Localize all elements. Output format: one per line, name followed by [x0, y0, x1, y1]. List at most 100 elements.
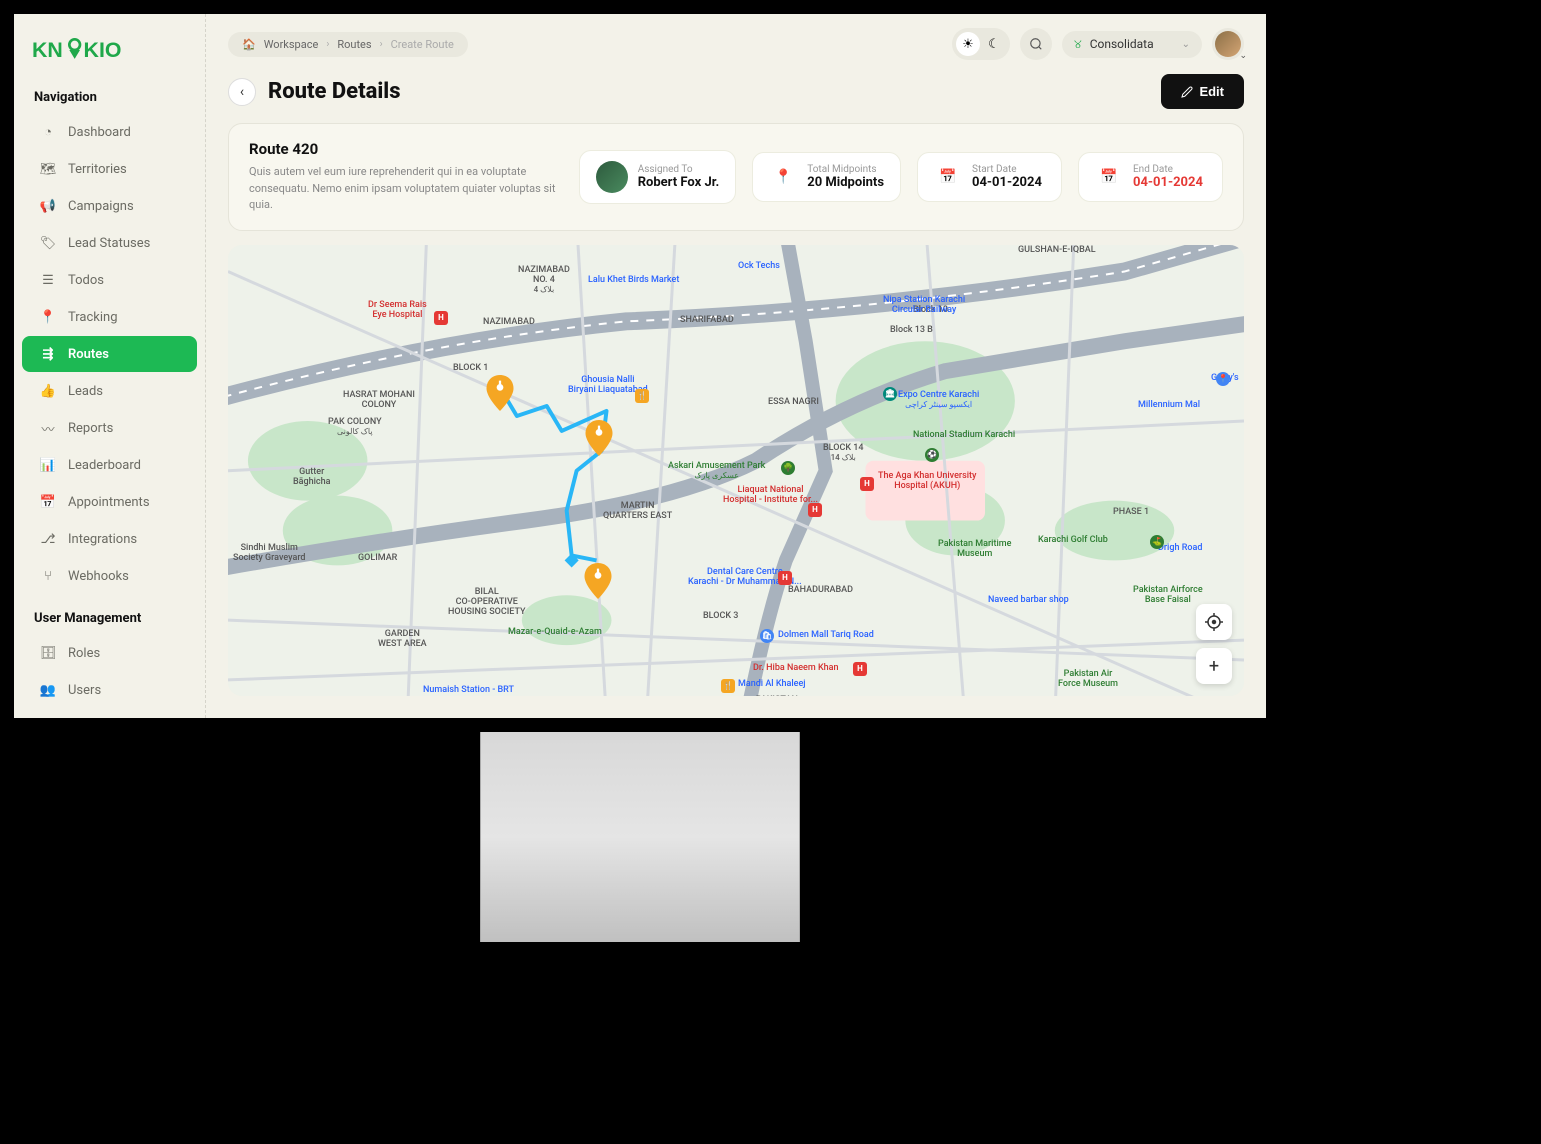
- nav-section-title: Navigation: [14, 82, 205, 113]
- sidebar-item-routes[interactable]: ⇶ Routes: [22, 336, 197, 372]
- theme-toggle[interactable]: ☀ ☾: [952, 28, 1010, 60]
- breadcrumb-item[interactable]: Workspace: [264, 38, 319, 51]
- calendar-icon: 📅: [934, 163, 962, 191]
- chevron-down-icon: ⌄: [1182, 39, 1190, 50]
- map[interactable]: NAZIMABADNO. 4بلاک 4 NAZIMABAD SHARIFABA…: [228, 245, 1244, 697]
- topbar-right: ☀ ☾ ୪ Consolidata ⌄ ⌄: [952, 28, 1244, 60]
- chevron-down-icon: ⌄: [1239, 51, 1247, 61]
- monitor-stand: [480, 732, 800, 942]
- assignee-avatar: [596, 161, 628, 193]
- edit-button[interactable]: Edit: [1161, 74, 1244, 109]
- sidebar-item-leads[interactable]: 👍Leads: [22, 373, 197, 409]
- sidebar-item-dashboard[interactable]: ◔ Dashboard: [22, 114, 197, 150]
- sidebar-item-territories[interactable]: 🗺 Territories: [22, 151, 197, 187]
- git-icon: ⎇: [40, 531, 56, 547]
- map-locate-button[interactable]: [1196, 604, 1232, 640]
- svg-text:KIO: KIO: [84, 38, 122, 62]
- webhook-icon: ⑂: [40, 568, 56, 584]
- map-icon: 🗺: [40, 161, 56, 177]
- sidebar-item-webhooks[interactable]: ⑂ Webhooks: [22, 558, 197, 594]
- topbar: 🏠 Workspace › Routes › Create Route ☀ ☾: [206, 14, 1266, 74]
- route-pin[interactable]: [585, 420, 613, 456]
- main-content: 🏠 Workspace › Routes › Create Route ☀ ☾: [206, 14, 1266, 718]
- sidebar-item-roles[interactable]: 🗄Roles: [22, 635, 197, 671]
- sidebar-item-reports[interactable]: 〰 Reports: [22, 410, 197, 446]
- pencil-icon: [1181, 86, 1193, 98]
- hospital-marker: H: [808, 503, 822, 517]
- sun-icon[interactable]: ☀: [956, 32, 980, 56]
- sidebar-item-label: Reports: [68, 421, 113, 436]
- sidebar-item-todos[interactable]: ☰ Todos: [22, 262, 197, 298]
- sidebar-item-label: Todos: [68, 273, 104, 288]
- bullhorn-icon: 📢: [40, 198, 56, 214]
- hospital-marker: H: [778, 571, 792, 585]
- brand-logo[interactable]: KN KIO: [14, 22, 205, 82]
- nav-section-title-user: User Management: [14, 603, 205, 634]
- sidebar-item-label: Dashboard: [68, 125, 131, 140]
- route-description: Quis autem vel eum iure reprehenderit qu…: [249, 164, 563, 214]
- assigned-card: Assigned To Robert Fox Jr.: [579, 150, 737, 204]
- sidebar-item-campaigns[interactable]: 📢 Campaigns: [22, 188, 197, 224]
- tag-icon: 🏷: [40, 235, 56, 251]
- sidebar-item-label: Leaderboard: [68, 458, 141, 473]
- back-button[interactable]: ‹: [228, 78, 256, 106]
- sidebar-item-appointments[interactable]: 📅Appointments: [22, 484, 197, 520]
- sidebar: KN KIO Navigation ◔ Dashboard 🗺 Territories…: [14, 14, 206, 718]
- end-value: 04-01-2024: [1133, 175, 1203, 190]
- thumb-icon: 👍: [40, 383, 56, 399]
- poi-marker: 📍: [1216, 372, 1230, 386]
- shop-marker: 🛍: [760, 629, 774, 643]
- midpoints-label: Total Midpoints: [807, 164, 884, 175]
- sidebar-item-integrations[interactable]: ⎇ Integrations: [22, 521, 197, 557]
- pin-icon: 📍: [769, 163, 797, 191]
- org-selector[interactable]: ୪ Consolidata ⌄: [1062, 31, 1202, 58]
- map-zoom-in-button[interactable]: +: [1196, 648, 1232, 684]
- sidebar-item-label: Campaigns: [68, 199, 134, 214]
- food-marker: 🍴: [635, 389, 649, 403]
- sidebar-item-leaderboard[interactable]: 📊 Leaderboard: [22, 447, 197, 483]
- sidebar-item-label: Webhooks: [68, 569, 129, 584]
- page-header: ‹ Route Details Edit: [206, 74, 1266, 123]
- end-date-card: 📅 End Date 04-01-2024: [1078, 152, 1223, 202]
- sidebar-item-label: Routes: [68, 347, 109, 362]
- calendar-icon: 📅: [1095, 163, 1123, 191]
- start-value: 04-01-2024: [972, 175, 1042, 190]
- sidebar-item-label: Lead Statuses: [68, 236, 150, 251]
- midpoints-value: 20 Midpoints: [807, 175, 884, 190]
- route-icon: ⇶: [40, 346, 56, 362]
- park-marker: 🏛: [883, 387, 897, 401]
- map-controls: +: [1196, 604, 1232, 684]
- chart-icon: 〰: [40, 420, 56, 436]
- sidebar-item-users[interactable]: 👥Users: [22, 672, 197, 708]
- breadcrumb-item: Create Route: [391, 38, 454, 51]
- chevron-icon: ›: [326, 39, 329, 50]
- route-pin[interactable]: [584, 563, 612, 599]
- breadcrumb: 🏠 Workspace › Routes › Create Route: [228, 32, 468, 57]
- sidebar-item-label: Territories: [68, 162, 127, 177]
- shield-icon: 🗄: [40, 645, 56, 661]
- assigned-label: Assigned To: [638, 164, 720, 175]
- start-date-card: 📅 Start Date 04-01-2024: [917, 152, 1062, 202]
- search-button[interactable]: [1020, 28, 1052, 60]
- route-name: Route 420: [249, 140, 563, 158]
- sidebar-item-tracking[interactable]: 📍Tracking: [22, 299, 197, 335]
- edit-label: Edit: [1199, 84, 1224, 99]
- sidebar-item-label: Appointments: [68, 495, 150, 510]
- start-label: Start Date: [972, 164, 1042, 175]
- moon-icon[interactable]: ☾: [982, 32, 1006, 56]
- user-menu[interactable]: ⌄: [1212, 28, 1244, 60]
- svg-text:KN: KN: [32, 38, 63, 62]
- home-icon[interactable]: 🏠: [242, 38, 256, 51]
- end-label: End Date: [1133, 164, 1203, 175]
- sidebar-item-label: Users: [68, 683, 101, 698]
- sidebar-item-label: Integrations: [68, 532, 137, 547]
- sidebar-item-lead-statuses[interactable]: 🏷 Lead Statuses: [22, 225, 197, 261]
- page-title: Route Details: [268, 79, 401, 104]
- hospital-marker: H: [853, 662, 867, 676]
- midpoints-card: 📍 Total Midpoints 20 Midpoints: [752, 152, 901, 202]
- breadcrumb-item[interactable]: Routes: [337, 38, 371, 51]
- list-icon: ☰: [40, 272, 56, 288]
- pie-icon: ◔: [40, 124, 56, 140]
- bars-icon: 📊: [40, 457, 56, 473]
- route-pin[interactable]: [486, 375, 514, 411]
